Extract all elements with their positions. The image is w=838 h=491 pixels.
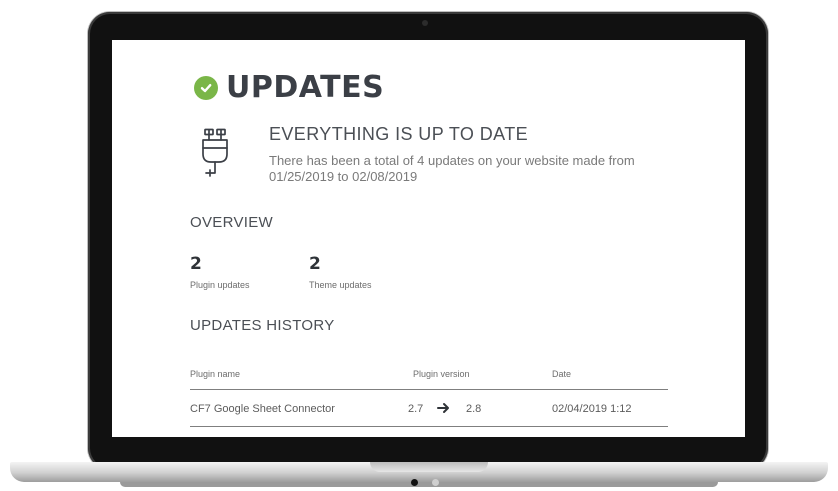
carousel-dots bbox=[411, 479, 439, 486]
title-row: UPDATES bbox=[194, 70, 384, 105]
camera-icon bbox=[422, 20, 428, 26]
updates-history-heading: UPDATES HISTORY bbox=[190, 317, 335, 334]
overview-heading: OVERVIEW bbox=[190, 214, 273, 231]
row-date: 02/04/2019 1:12 bbox=[552, 403, 632, 415]
carousel-dot-1[interactable] bbox=[411, 479, 418, 486]
column-header-date: Date bbox=[552, 369, 572, 379]
status-description: There has been a total of 4 updates on y… bbox=[269, 153, 635, 184]
stat-value: 2 bbox=[190, 254, 202, 274]
table-divider bbox=[190, 426, 668, 427]
stat-value: 2 bbox=[309, 254, 321, 274]
plug-icon bbox=[200, 128, 230, 189]
column-header-plugin-name: Plugin name bbox=[190, 369, 241, 379]
laptop-notch bbox=[370, 462, 488, 472]
report-content: UPDATES EVERYTHING IS UP TO DATE There h… bbox=[112, 40, 745, 437]
stat-label: Theme updates bbox=[309, 280, 372, 290]
row-version-from: 2.7 bbox=[408, 403, 424, 415]
table-divider bbox=[190, 389, 668, 390]
carousel-dot-2[interactable] bbox=[432, 479, 439, 486]
check-circle-icon bbox=[194, 75, 218, 100]
column-header-plugin-version: Plugin version bbox=[413, 369, 470, 379]
stat-plugin-updates: 2 Plugin updates bbox=[190, 254, 250, 290]
row-plugin-name: CF7 Google Sheet Connector bbox=[190, 403, 335, 415]
stat-theme-updates: 2 Theme updates bbox=[309, 254, 372, 290]
row-version-to: 2.8 bbox=[466, 403, 482, 415]
arrow-right-icon bbox=[437, 401, 451, 420]
stat-label: Plugin updates bbox=[190, 280, 250, 290]
page-title: UPDATES bbox=[226, 70, 385, 105]
laptop-screen: UPDATES EVERYTHING IS UP TO DATE There h… bbox=[112, 40, 745, 437]
status-heading: EVERYTHING IS UP TO DATE bbox=[269, 124, 528, 144]
